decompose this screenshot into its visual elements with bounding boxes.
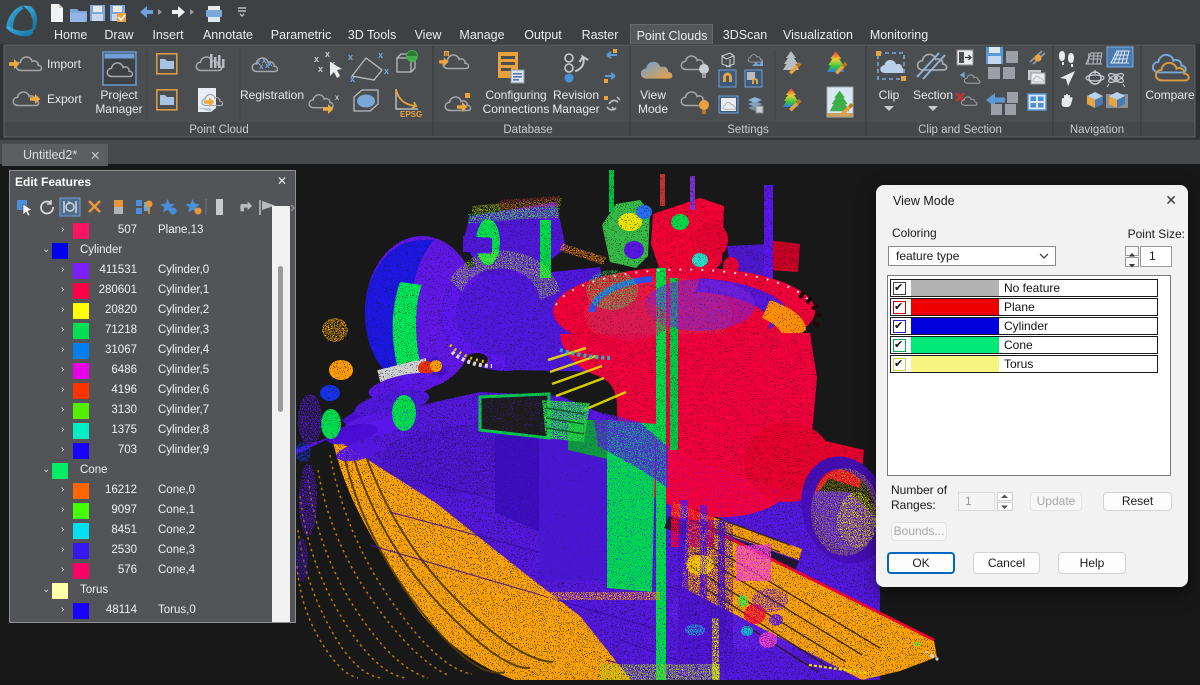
svg-text:Navigation: Navigation: [1070, 124, 1124, 136]
svg-text:Manager: Manager: [552, 102, 599, 116]
svg-text:Compare: Compare: [1145, 88, 1195, 102]
svg-text:x: x: [335, 93, 339, 102]
svg-text:Revision: Revision: [553, 88, 599, 102]
svg-text:x: x: [325, 49, 330, 59]
svg-text:x: x: [314, 54, 319, 64]
svg-text:View: View: [640, 88, 666, 102]
svg-text:Point Cloud: Point Cloud: [189, 124, 248, 136]
svg-text:Import: Import: [47, 57, 82, 71]
svg-text:Database: Database: [503, 124, 552, 136]
svg-text:Export: Export: [47, 92, 82, 106]
svg-text:EPSG: EPSG: [400, 110, 422, 119]
svg-text:Clip: Clip: [879, 88, 900, 102]
svg-text:x: x: [384, 66, 389, 76]
svg-text:Section: Section: [913, 88, 953, 102]
svg-text:x: x: [348, 52, 353, 62]
svg-text:Configuring: Configuring: [485, 88, 546, 102]
svg-text:Project: Project: [100, 88, 138, 102]
svg-text:Clip and Section: Clip and Section: [918, 124, 1002, 136]
svg-text:Registration: Registration: [240, 88, 304, 102]
svg-text:x: x: [259, 62, 264, 71]
svg-text:x: x: [350, 74, 355, 84]
svg-text:x: x: [265, 61, 270, 70]
svg-text:Manager: Manager: [95, 102, 142, 116]
svg-text:Connections: Connections: [483, 102, 550, 116]
svg-text:B: B: [445, 52, 448, 57]
svg-text:Mode: Mode: [638, 102, 668, 116]
svg-text:Settings: Settings: [727, 124, 769, 136]
svg-text:x: x: [318, 64, 323, 74]
svg-text:x: x: [378, 50, 383, 60]
